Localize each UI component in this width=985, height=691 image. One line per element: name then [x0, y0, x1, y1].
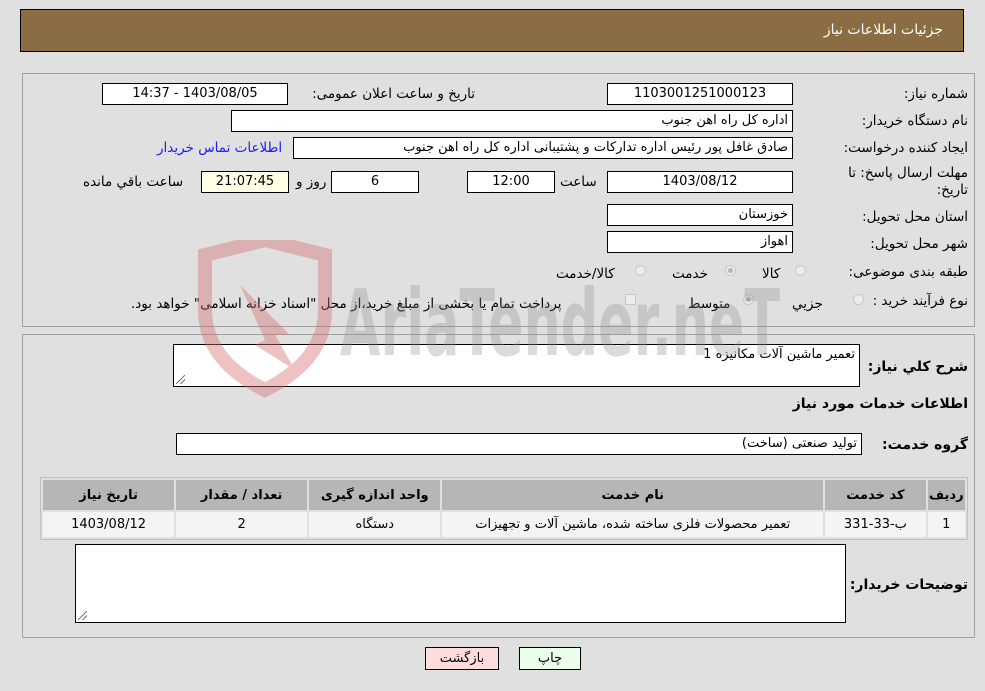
category-radio-goods-service[interactable]	[635, 265, 646, 276]
deadline-date-field: 1403/08/12	[607, 171, 793, 193]
buyer-notes-label: توضیحات خریدار:	[849, 577, 968, 593]
service-group-label: گروه خدمت:	[882, 437, 968, 453]
category-radio-service[interactable]	[725, 265, 736, 276]
deadline-label-date: تاریخ:	[936, 182, 968, 198]
col-header-row-number: ردیف	[927, 480, 965, 510]
cell-need-date: 1403/08/12	[43, 512, 175, 537]
col-header-service-name: نام خدمت	[442, 480, 824, 510]
page-header: جزئیات اطلاعات نیاز	[20, 9, 964, 52]
col-header-unit: واحد اندازه گیری	[309, 480, 441, 510]
remaining-time-label: ساعت باقي مانده	[83, 174, 184, 190]
process-radio-medium[interactable]	[743, 294, 754, 305]
deadline-time-label: ساعت	[560, 174, 597, 190]
cell-row-number: 1	[927, 512, 965, 537]
resize-grip-icon[interactable]	[78, 611, 87, 620]
process-radio-partial[interactable]	[853, 294, 864, 305]
description-label: شرح کلي نیاز:	[867, 359, 968, 375]
col-header-service-code: کد خدمت	[825, 480, 926, 510]
days-remaining-field: 6	[331, 171, 419, 193]
buyer-contact-link[interactable]: اطلاعات تماس خریدار	[157, 140, 282, 156]
category-label: طبقه بندی موضوعی:	[848, 264, 968, 280]
creator-label: ایجاد کننده درخواست:	[843, 140, 968, 156]
page-title: جزئیات اطلاعات نیاز	[823, 22, 943, 38]
city-label: شهر محل تحویل:	[870, 236, 968, 252]
announce-date-field: 1403/08/05 - 14:37	[102, 83, 288, 105]
category-option-goods: کالا	[762, 266, 781, 282]
process-option-partial: جزیي	[792, 296, 823, 312]
deadline-label: مهلت ارسال پاسخ: تا	[848, 165, 968, 181]
deadline-time-field: 12:00	[467, 171, 555, 193]
cell-unit: دستگاه	[309, 512, 441, 537]
process-type-label: نوع فرآیند خرید :	[872, 293, 968, 309]
cell-quantity: 2	[176, 512, 308, 537]
category-option-service: خدمت	[672, 266, 708, 282]
creator-field: صادق غافل پور رئیس اداره تدارکات و پشتیب…	[293, 137, 793, 159]
col-header-need-date: تاریخ نیاز	[43, 480, 175, 510]
buyer-org-field: اداره کل راه اهن جنوب	[231, 110, 793, 132]
description-textarea[interactable]: تعمیر ماشین آلات مکانیزه 1	[173, 344, 860, 387]
back-button[interactable]: بازگشت	[425, 647, 499, 670]
cell-service-name: تعمیر محصولات فلزی ساخته شده، ماشین آلات…	[442, 512, 824, 537]
category-option-goods-service: کالا/خدمت	[556, 266, 615, 282]
buyer-notes-textarea[interactable]	[75, 544, 846, 623]
treasury-payment-checkbox[interactable]	[625, 294, 636, 305]
need-number-label: شماره نیاز:	[903, 86, 968, 102]
category-radio-goods[interactable]	[795, 265, 806, 276]
print-button[interactable]: چاپ	[519, 647, 581, 670]
need-number-field: 1103001251000123	[607, 83, 793, 105]
description-text: تعمیر ماشین آلات مکانیزه 1	[703, 347, 855, 362]
table-row: 1 ب-33-331 تعمیر محصولات فلزی ساخته شده،…	[43, 512, 965, 537]
remaining-time-field: 21:07:45	[201, 171, 289, 193]
col-header-quantity: تعداد / مقدار	[176, 480, 308, 510]
announce-date-label: تاریخ و ساعت اعلان عمومی:	[312, 86, 475, 102]
services-heading: اطلاعات خدمات مورد نیاز	[792, 396, 968, 412]
treasury-payment-note: پرداخت تمام یا بخشی از مبلغ خرید،از محل …	[131, 296, 562, 312]
resize-grip-icon[interactable]	[176, 375, 185, 384]
city-field: اهواز	[607, 231, 793, 253]
process-option-medium: متوسط	[688, 296, 731, 312]
province-field: خوزستان	[607, 204, 793, 226]
province-label: استان محل تحویل:	[862, 209, 968, 225]
services-table: ردیف کد خدمت نام خدمت واحد اندازه گیری ت…	[40, 477, 968, 540]
days-label: روز و	[296, 174, 327, 190]
table-header-row: ردیف کد خدمت نام خدمت واحد اندازه گیری ت…	[43, 480, 965, 510]
buyer-org-label: نام دستگاه خریدار:	[861, 113, 968, 129]
cell-service-code: ب-33-331	[825, 512, 926, 537]
service-group-field: تولید صنعتی (ساخت)	[176, 433, 862, 455]
